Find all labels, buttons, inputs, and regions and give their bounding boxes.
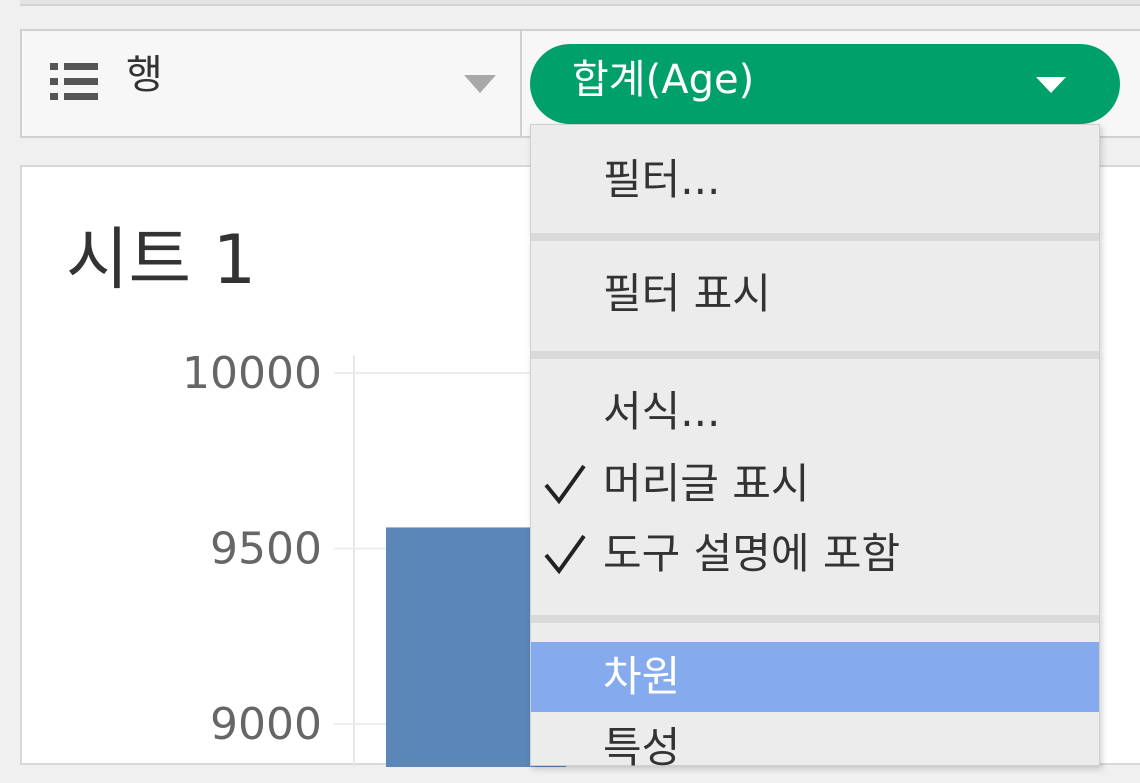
rows-shelf-label: 행 <box>126 52 163 98</box>
menu-item-label: 도구 설명에 포함 <box>603 529 901 578</box>
caret-down-icon[interactable] <box>1036 77 1066 93</box>
menu-item-label: 특성 <box>603 723 681 772</box>
menu-item-format[interactable]: 서식... <box>531 377 1099 447</box>
menu-separator <box>531 615 1099 623</box>
menu-separator <box>531 351 1099 359</box>
pill-label: 합계(Age) <box>572 57 755 103</box>
top-divider <box>20 0 1140 6</box>
y-tick-label: 9500 <box>210 524 322 575</box>
menu-item-filter[interactable]: 필터... <box>531 145 1099 215</box>
y-tick-label: 9000 <box>210 699 322 750</box>
menu-item-show-header[interactable]: 머리글 표시 <box>531 449 1099 519</box>
checkmark-icon <box>544 534 586 575</box>
menu-item-show-filter[interactable]: 필터 표시 <box>531 259 1099 329</box>
caret-down-icon[interactable] <box>464 75 496 93</box>
sum-age-pill[interactable]: 합계(Age) <box>530 44 1120 124</box>
pill-context-menu: 필터... 필터 표시 서식... 머리글 표시 도구 설명에 포함 차원 특성 <box>530 124 1100 769</box>
menu-item-label: 차원 <box>603 652 681 701</box>
menu-item-label: 머리글 표시 <box>603 459 810 508</box>
menu-separator <box>531 233 1099 241</box>
menu-item-label: 필터 표시 <box>603 269 771 318</box>
list-icon <box>50 63 98 100</box>
menu-item-attribute[interactable]: 특성 <box>531 713 1099 783</box>
menu-item-label: 서식... <box>603 387 721 436</box>
rows-shelf-label-cell[interactable]: 행 <box>22 31 522 136</box>
y-tick-label: 10000 <box>182 348 322 399</box>
menu-item-dimension[interactable]: 차원 <box>531 642 1099 712</box>
menu-item-label: 필터... <box>603 155 721 204</box>
checkmark-icon <box>544 464 586 505</box>
menu-item-include-in-tooltip[interactable]: 도구 설명에 포함 <box>531 519 1099 589</box>
